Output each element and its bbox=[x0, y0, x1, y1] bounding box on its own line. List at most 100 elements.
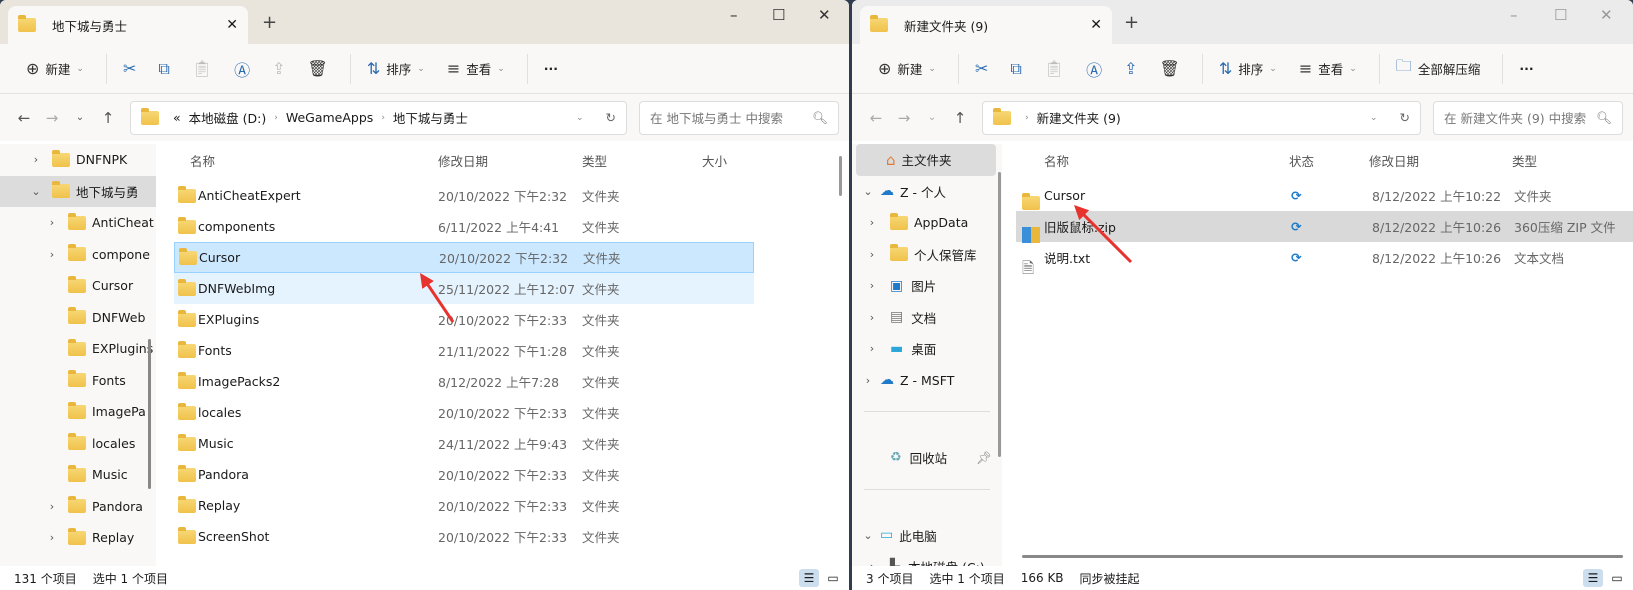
sidebar-item[interactable]: › AppData bbox=[852, 207, 1002, 239]
sidebar-item[interactable]: › compone bbox=[0, 239, 156, 271]
copy-button[interactable]: ⧉ bbox=[1002, 52, 1029, 86]
expand-chevron-icon[interactable]: › bbox=[44, 500, 60, 513]
column-header-date[interactable]: 修改日期 bbox=[1369, 151, 1419, 170]
close-tab-icon[interactable]: ✕ bbox=[226, 17, 238, 33]
column-header-status[interactable]: 状态 bbox=[1289, 151, 1314, 170]
file-row[interactable]: 🗎︎ 说明.txt ⟳ 8/12/2022 上午10:26 文本文档 bbox=[1016, 242, 1633, 277]
share-button[interactable]: ⇪ bbox=[1116, 52, 1145, 86]
more-button[interactable]: ··· bbox=[536, 52, 566, 86]
sidebar-item[interactable]: › 个人保管库 bbox=[852, 239, 1002, 271]
cut-button[interactable]: ✂ bbox=[115, 52, 144, 86]
close-window-button[interactable]: ✕ bbox=[1600, 6, 1613, 24]
file-row[interactable]: 旧版鼠标.zip ⟳ 8/12/2022 上午10:26 360压缩 ZIP 文件 bbox=[1016, 211, 1633, 243]
extract-all-button[interactable]: 🗀︎ 全部解压缩 bbox=[1388, 52, 1489, 86]
column-header-type[interactable]: 类型 bbox=[582, 151, 607, 170]
sidebar-item[interactable]: › ▣ 图片 bbox=[852, 270, 1002, 302]
up-button[interactable]: ↑ bbox=[94, 109, 122, 127]
file-row[interactable]: Cursor 20/10/2022 下午2:32 文件夹 bbox=[174, 242, 754, 273]
forward-button[interactable]: → bbox=[890, 109, 918, 127]
breadcrumb-item[interactable]: 地下城与勇士 bbox=[393, 108, 468, 127]
sidebar-item[interactable]: DNFWeb bbox=[0, 302, 156, 334]
sort-button[interactable]: ⇅ 排序 ⌄ bbox=[359, 52, 433, 86]
sidebar-item[interactable]: ⌄ 地下城与勇 bbox=[0, 175, 156, 207]
tab-active[interactable]: 地下城与勇士 ✕ bbox=[8, 6, 248, 44]
file-row[interactable]: locales 20/10/2022 下午2:33 文件夹 bbox=[174, 397, 754, 428]
delete-button[interactable]: 🗑︎ bbox=[300, 52, 336, 86]
tab-active[interactable]: 新建文件夹 (9) ✕ bbox=[860, 6, 1112, 44]
sidebar-item[interactable]: › Pandora bbox=[0, 491, 156, 523]
share-button[interactable]: ⇪ bbox=[264, 52, 293, 86]
back-button[interactable]: ← bbox=[10, 109, 38, 127]
expand-chevron-icon[interactable]: › bbox=[44, 531, 60, 544]
file-row[interactable]: Fonts 21/11/2022 下午1:28 文件夹 bbox=[174, 335, 754, 366]
tiles-view-button[interactable]: ▭ bbox=[1607, 569, 1627, 587]
breadcrumb-item[interactable]: 新建文件夹 (9) bbox=[1037, 108, 1121, 127]
search-input[interactable]: 在 地下城与勇士 中搜索 🔍︎ bbox=[639, 100, 839, 135]
sidebar-item[interactable]: Cursor bbox=[0, 270, 156, 302]
column-header-size[interactable]: 大小 bbox=[702, 151, 727, 170]
file-row[interactable]: EXPlugins 20/10/2022 下午2:33 文件夹 bbox=[174, 304, 754, 335]
forward-button[interactable]: → bbox=[38, 109, 66, 127]
copy-button[interactable]: ⧉ bbox=[150, 52, 177, 86]
cut-button[interactable]: ✂ bbox=[967, 52, 996, 86]
sidebar-item[interactable]: ⌄ ☁ Z - 个人 bbox=[852, 176, 1002, 208]
expand-chevron-icon[interactable]: ⌄ bbox=[860, 529, 876, 542]
expand-chevron-icon[interactable]: › bbox=[864, 311, 880, 324]
maximize-button[interactable]: ☐ bbox=[1554, 6, 1567, 24]
expand-chevron-icon[interactable]: › bbox=[864, 279, 880, 292]
more-button[interactable]: ··· bbox=[1511, 52, 1541, 86]
new-button[interactable]: ⊕ 新建 ⌄ bbox=[870, 52, 944, 86]
expand-chevron-icon[interactable]: › bbox=[864, 342, 880, 355]
tiles-view-button[interactable]: ▭ bbox=[823, 569, 843, 587]
expand-chevron-icon[interactable]: › bbox=[860, 374, 876, 387]
new-tab-button[interactable]: + bbox=[1124, 12, 1139, 33]
sidebar-item[interactable]: locales bbox=[0, 428, 156, 460]
file-row[interactable]: AntiCheatExpert 20/10/2022 下午2:32 文件夹 bbox=[174, 180, 754, 211]
expand-chevron-icon[interactable]: › bbox=[864, 248, 880, 261]
sidebar-item[interactable]: › AntiCheat bbox=[0, 207, 156, 239]
breadcrumb-overflow[interactable]: « bbox=[173, 110, 181, 125]
file-row[interactable]: ScreenShot 20/10/2022 下午2:33 文件夹 bbox=[174, 521, 754, 552]
file-row[interactable]: DNFWebImg 25/11/2022 上午12:07 文件夹 bbox=[174, 273, 754, 304]
sidebar-item[interactable]: › Replay bbox=[0, 522, 156, 554]
file-row[interactable]: Cursor ⟳ 8/12/2022 上午10:22 文件夹 bbox=[1016, 180, 1633, 211]
sidebar-item[interactable]: › DNFNPK bbox=[0, 144, 156, 176]
search-input[interactable]: 在 新建文件夹 (9) 中搜索 🔍︎ bbox=[1433, 100, 1623, 135]
back-button[interactable]: ← bbox=[862, 109, 890, 127]
sidebar-item[interactable]: ⌄ ▭ 此电脑 bbox=[852, 520, 1002, 552]
close-window-button[interactable]: ✕ bbox=[818, 6, 831, 24]
sidebar-item[interactable]: EXPlugins bbox=[0, 333, 156, 365]
rename-button[interactable]: Ⓐ bbox=[1078, 52, 1110, 86]
file-row[interactable]: Replay 20/10/2022 下午2:33 文件夹 bbox=[174, 490, 754, 521]
paste-button[interactable]: 📋︎ bbox=[1036, 52, 1072, 86]
up-button[interactable]: ↑ bbox=[946, 109, 974, 127]
chevron-down-icon[interactable]: ⌄ bbox=[576, 113, 584, 123]
column-header-type[interactable]: 类型 bbox=[1512, 151, 1537, 170]
recent-locations-button[interactable]: ⌄ bbox=[66, 112, 94, 123]
details-view-button[interactable]: ☰ bbox=[1583, 569, 1603, 587]
sidebar-item[interactable]: Music bbox=[0, 459, 156, 491]
breadcrumb-item[interactable]: 本地磁盘 (D:) bbox=[189, 108, 267, 127]
nav-scrollbar[interactable] bbox=[148, 339, 151, 489]
breadcrumb-item[interactable]: WeGameApps bbox=[286, 110, 373, 125]
sidebar-item[interactable]: Fonts bbox=[0, 365, 156, 397]
recent-locations-button[interactable]: ⌄ bbox=[918, 112, 946, 123]
sidebar-item[interactable]: › ▬ 桌面 bbox=[852, 333, 1002, 365]
sidebar-item[interactable]: › ☁ Z - MSFT bbox=[852, 365, 1002, 397]
file-row[interactable]: ImagePacks2 8/12/2022 上午7:28 文件夹 bbox=[174, 366, 754, 397]
minimize-button[interactable]: – bbox=[1510, 6, 1518, 24]
sidebar-item[interactable]: ›▙本地磁盘 (C:) bbox=[852, 551, 1002, 566]
nav-scrollbar[interactable] bbox=[998, 172, 1001, 457]
rename-button[interactable]: Ⓐ bbox=[226, 52, 258, 86]
refresh-icon[interactable]: ↻ bbox=[1400, 110, 1410, 125]
horizontal-scrollbar[interactable] bbox=[1022, 555, 1623, 558]
column-header-name[interactable]: 名称 bbox=[190, 151, 215, 170]
view-button[interactable]: ≡ 查看 ⌄ bbox=[439, 52, 513, 86]
expand-chevron-icon[interactable]: › bbox=[44, 216, 60, 229]
pin-icon[interactable]: 📌︎ bbox=[976, 450, 992, 466]
address-bar[interactable]: « 本地磁盘 (D:) › WeGameApps › 地下城与勇士 ⌄ ↻ bbox=[130, 100, 627, 135]
sidebar-item[interactable]: ♻ 回收站 📌︎ bbox=[852, 442, 1002, 474]
expand-chevron-icon[interactable]: ⌄ bbox=[860, 185, 876, 198]
file-row[interactable]: components 6/11/2022 上午4:41 文件夹 bbox=[174, 211, 754, 242]
sidebar-item[interactable]: ⌂ 主文件夹 bbox=[856, 144, 996, 176]
